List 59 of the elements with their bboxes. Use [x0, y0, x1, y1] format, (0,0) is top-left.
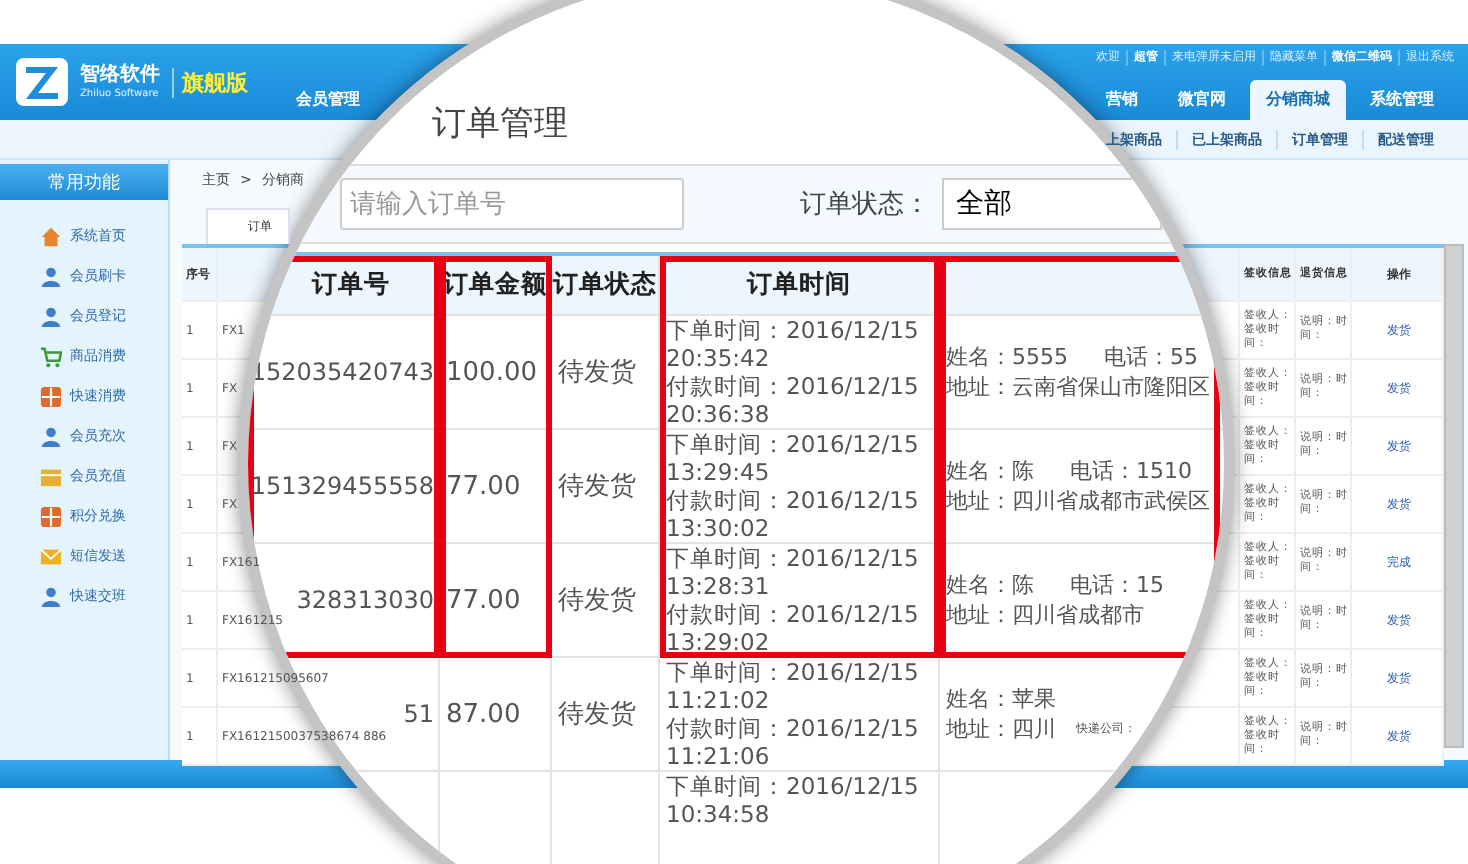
box-icon [40, 465, 62, 487]
recipient-name: 姓名：陈 [946, 570, 1034, 600]
table-cell-text: 待发货 [558, 698, 636, 732]
person-icon [40, 425, 62, 447]
nav-tab[interactable]: 分销商城 [1250, 80, 1346, 120]
order-time: 下单时间：2016/12/15 20:35:42 [666, 316, 921, 372]
grid-icon [40, 505, 62, 527]
table-cell: 100.00 [446, 357, 537, 387]
brand-name: 智络软件 [80, 63, 160, 87]
page-title: 订单管理 [432, 102, 568, 148]
recipient-address: 地址：云南省保山市隆阳区 [946, 372, 1210, 402]
payment-time: 付款时间：2016/12/15 11:21:06 [666, 714, 921, 770]
person-icon [40, 305, 62, 327]
status-select[interactable]: 全部 [942, 178, 1162, 230]
recipient-address: 地址：四川省成都市武侯区 [946, 486, 1210, 516]
search-field[interactable]: 请输入订单号 [340, 178, 684, 230]
column-header: 订单时间 [747, 268, 851, 302]
column-header: 订单号 [312, 268, 390, 302]
recipient-phone: 电话：55 [1104, 342, 1198, 372]
table-cell-text: 待发货 [558, 584, 636, 618]
grid-icon [40, 385, 62, 407]
envelope-icon [40, 545, 62, 567]
column-header: 订单状态 [553, 268, 657, 302]
table-cell: 152035420743 [250, 358, 434, 386]
person-icon [40, 265, 62, 287]
recipient-name: 姓名：陈 [946, 456, 1034, 486]
nav-tab[interactable]: 营销 [1090, 80, 1154, 120]
sidebar-title: 常用功能 [0, 164, 168, 200]
house-icon [40, 225, 62, 247]
payment-time: 付款时间：2016/12/15 20:36:38 [666, 372, 921, 428]
nav-tab[interactable]: 系统管理 [1354, 80, 1450, 120]
order-time: 下单时间：2016/12/15 13:28:31 [666, 544, 921, 600]
scrollbar[interactable] [1444, 244, 1464, 748]
table-cell: 328313030 [296, 586, 434, 614]
order-time: 下单时间：2016/12/15 13:29:45 [666, 430, 921, 486]
table-cell: 77.00 [446, 585, 521, 615]
table-cell: 77.00 [446, 471, 521, 501]
table-cell-text: 待发货 [558, 356, 636, 390]
person-icon [40, 585, 62, 607]
edition-label: 旗舰版 [172, 67, 248, 97]
recipient-phone: 电话：1510 [1070, 456, 1192, 486]
status-label: 订单状态： [800, 188, 930, 222]
cart-icon [40, 345, 62, 367]
recipient-name: 姓名：苹果 [946, 684, 1056, 714]
table-cell: 51 [403, 700, 434, 728]
nav-tab[interactable]: 会员管理 [296, 88, 360, 110]
table-cell-text: 待发货 [558, 470, 636, 504]
table-cell: 151329455558 [250, 472, 434, 500]
recipient-phone: 电话：15 [1070, 570, 1164, 600]
recipient-name: 姓名：5555 [946, 342, 1068, 372]
logo-icon [16, 58, 68, 106]
payment-time: 付款时间：2016/12/15 13:30:02 [666, 486, 921, 542]
nav-tab[interactable]: 微官网 [1162, 80, 1242, 120]
payment-time: 付款时间：2016/12/15 13:29:02 [666, 600, 921, 656]
recipient-address: 地址：四川省成都市 [946, 600, 1144, 630]
table-cell: 87.00 [446, 699, 521, 729]
order-time: 下单时间：2016/12/15 11:21:02 [666, 658, 921, 714]
recipient-address: 地址：四川 [946, 714, 1056, 744]
order-time: 下单时间：2016/12/15 10:34:58 [666, 772, 921, 828]
